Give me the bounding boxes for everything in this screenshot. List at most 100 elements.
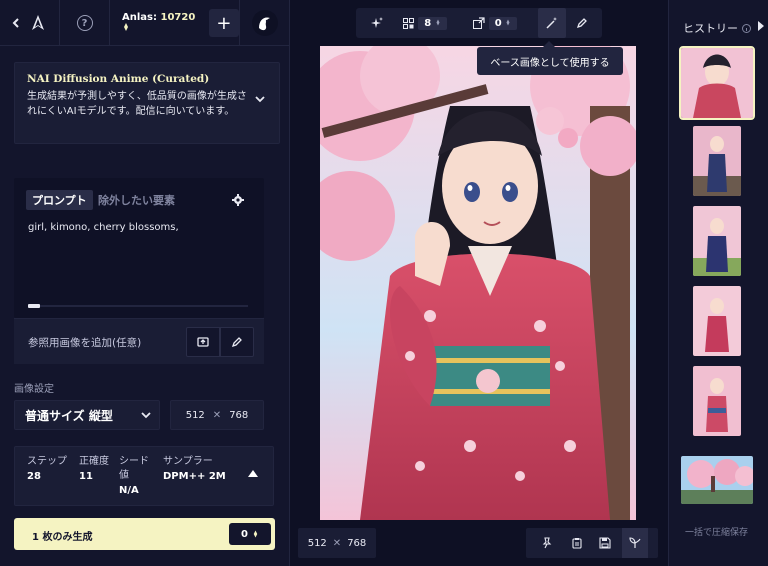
- model-selector[interactable]: NAI Diffusion Anime (Curated) 生成結果が予測しやす…: [14, 62, 280, 144]
- help-icon: ?: [76, 15, 93, 31]
- model-description: 生成結果が予測しやすく、低品質の画像が生成されにくいAIモデルです。配信に向いて…: [27, 91, 247, 117]
- prompt-input[interactable]: girl, kimono, cherry blossoms,: [28, 222, 179, 233]
- thumbnail-image: [681, 456, 753, 504]
- param-scale: 正確度 11: [79, 455, 109, 482]
- thumbnail-image: [681, 48, 753, 118]
- history-thumbnail[interactable]: [693, 366, 741, 436]
- sidebar-toggle[interactable]: [0, 0, 60, 46]
- upload-reference-button[interactable]: [186, 327, 220, 357]
- image-settings-label: 画像設定: [14, 384, 54, 395]
- triangle-up-icon[interactable]: [247, 469, 259, 479]
- gear-icon[interactable]: [232, 194, 244, 206]
- enhance-button[interactable]: [364, 8, 390, 38]
- account-button[interactable]: [240, 0, 290, 46]
- model-name: NAI Diffusion Anime (Curated): [27, 73, 210, 85]
- generated-image[interactable]: [320, 46, 636, 520]
- reference-image-row: 参照用画像を追加(任意): [14, 318, 264, 364]
- times-icon: ✕: [332, 537, 342, 549]
- prompt-scrollbar[interactable]: [28, 304, 248, 308]
- variations-cost: 8: [418, 16, 447, 30]
- save-all-button[interactable]: 一括で圧縮保存: [685, 525, 748, 538]
- scale-label: 正確度: [79, 456, 109, 467]
- height-value[interactable]: 768: [229, 410, 248, 421]
- left-panel: ? Anlas: 10720 + NAI Diffusion Anime (Cu…: [0, 0, 290, 566]
- avatar: [252, 10, 278, 36]
- copy-button[interactable]: [564, 528, 590, 558]
- chevron-down-icon: [141, 412, 151, 419]
- tab-prompt[interactable]: プロンプト: [26, 190, 93, 210]
- upscale-icon: [472, 17, 485, 29]
- save-icon: [599, 537, 611, 549]
- sparkle-icon: [371, 17, 383, 28]
- scale-value: 11: [79, 471, 93, 482]
- history-thumbnail[interactable]: [693, 286, 741, 356]
- upscale-button[interactable]: 0: [464, 8, 526, 38]
- history-thumbnail[interactable]: [681, 456, 753, 504]
- thumbnail-image: [693, 126, 741, 196]
- size-preset-value: 普通サイズ 縦型: [25, 408, 113, 423]
- buy-anlas-button[interactable]: +: [208, 9, 239, 37]
- reference-label: 参照用画像を追加(任意): [28, 337, 142, 349]
- chevron-down-icon: [255, 96, 265, 103]
- account-avatar-icon: [259, 17, 270, 31]
- image-actions: [526, 528, 658, 558]
- generate-cost: 0: [229, 523, 271, 545]
- draw-reference-button[interactable]: [220, 327, 254, 357]
- sampler-value: DPM++ 2M: [163, 471, 226, 482]
- tooltip: ベース画像として使用する: [477, 41, 623, 75]
- generate-button[interactable]: 1 枚のみ生成 0: [14, 518, 275, 550]
- scroll-thumb[interactable]: [28, 304, 40, 308]
- upscale-cost: 0: [488, 16, 518, 30]
- tab-negative-prompt[interactable]: 除外したい要素: [98, 190, 175, 210]
- size-preset-select[interactable]: 普通サイズ 縦型: [14, 400, 160, 430]
- chevron-left-icon: [12, 18, 19, 28]
- chevron-right-icon[interactable]: [757, 20, 765, 32]
- upload-icon: [197, 337, 209, 347]
- steps-label: ステップ: [27, 456, 67, 467]
- steps-value: 28: [27, 471, 41, 482]
- clipboard-icon: [572, 538, 582, 549]
- help-button[interactable]: ?: [60, 0, 110, 46]
- variations-icon: [403, 17, 415, 29]
- generation-params[interactable]: ステップ 28 正確度 11 シード 値 N/A サンプラー DPM++ 2M: [14, 446, 274, 506]
- prompt-editor: プロンプト 除外したい要素 girl, kimono, cherry bloss…: [14, 178, 264, 318]
- thumbnail-image: [693, 366, 741, 436]
- width-value[interactable]: 512: [186, 410, 205, 421]
- seed-label-2: 値: [119, 470, 129, 481]
- info-icon: [742, 23, 751, 33]
- times-icon: ✕: [212, 409, 222, 421]
- seed-value: N/A: [119, 485, 139, 496]
- history-thumbnail[interactable]: [693, 126, 741, 196]
- generate-label: 1 枚のみ生成: [32, 532, 93, 543]
- history-thumbnail[interactable]: [693, 206, 741, 276]
- brush-icon: [576, 18, 587, 29]
- dimensions-input[interactable]: 512 ✕ 768: [170, 400, 264, 430]
- variations-button[interactable]: 8: [394, 8, 456, 38]
- anlas-icon: [506, 19, 510, 25]
- anlas-icon: [124, 23, 128, 31]
- use-as-base-button[interactable]: [538, 8, 566, 38]
- logo-icon: [31, 15, 44, 30]
- pin-icon: [542, 537, 552, 549]
- anlas-area: Anlas: 10720 +: [110, 0, 240, 46]
- anlas-balance: Anlas: 10720: [122, 12, 199, 34]
- pin-button[interactable]: [534, 528, 560, 558]
- param-seed: シード 値 N/A: [119, 455, 149, 496]
- inpaint-button[interactable]: [568, 8, 596, 38]
- seed-button[interactable]: [622, 528, 648, 558]
- top-bar: ? Anlas: 10720 +: [0, 0, 290, 46]
- anlas-icon: [253, 530, 258, 538]
- seed-label: シード: [119, 456, 149, 467]
- thumbnail-image: [693, 206, 741, 276]
- history-header: ヒストリー: [683, 20, 751, 36]
- magic-wand-icon: [546, 17, 557, 29]
- generated-image-art: [320, 46, 636, 520]
- anlas-icon: [436, 19, 440, 25]
- history-thumbnail[interactable]: [679, 46, 755, 120]
- save-button[interactable]: [592, 528, 618, 558]
- app-root: ? Anlas: 10720 + NAI Diffusion Anime (Cu…: [0, 0, 768, 566]
- pencil-icon: [231, 337, 242, 348]
- image-toolbar: 8 0: [356, 8, 602, 38]
- canvas-width: 512: [307, 537, 327, 549]
- param-sampler: サンプラー DPM++ 2M: [163, 455, 226, 482]
